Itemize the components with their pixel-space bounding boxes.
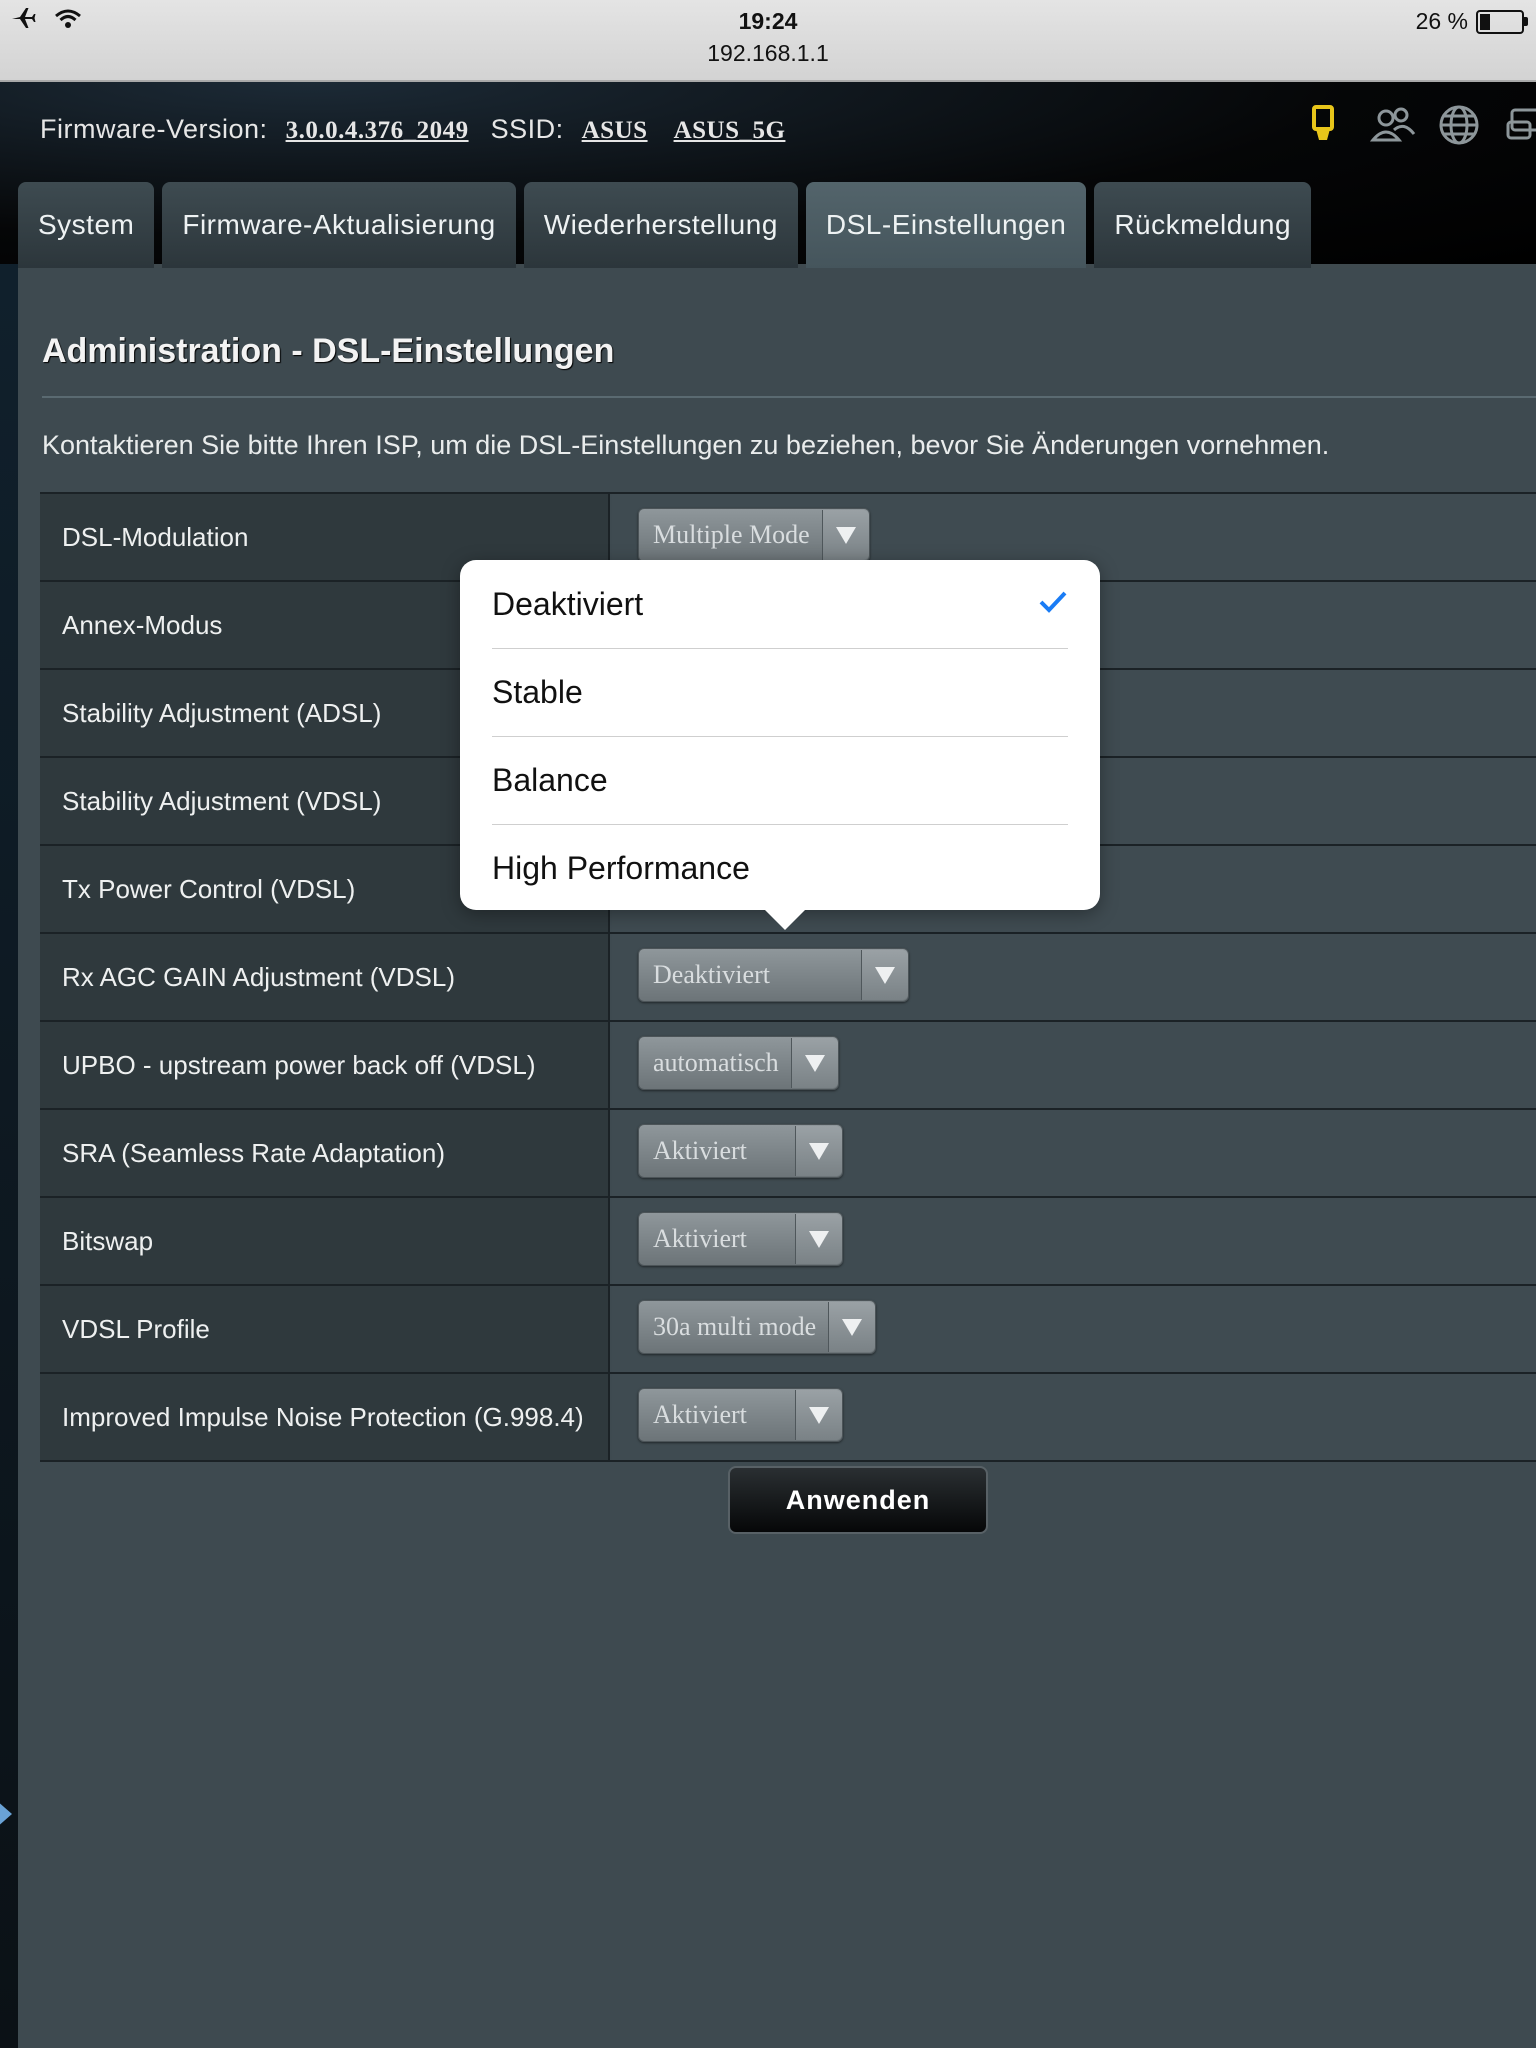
sra-select[interactable]: Aktiviert bbox=[638, 1124, 843, 1178]
dropdown-arrow-icon bbox=[804, 1054, 825, 1072]
tab-feedback[interactable]: Rückmeldung bbox=[1094, 182, 1312, 268]
tab-dsl-settings[interactable]: DSL-Einstellungen bbox=[805, 182, 1087, 268]
dropdown-arrow-icon bbox=[809, 1230, 829, 1248]
ios-status-bar: 19:24 192.168.1.1 26 % bbox=[0, 0, 1536, 82]
page-title: Administration - DSL-Einstellungen bbox=[42, 332, 615, 370]
bitswap-select[interactable]: Aktiviert bbox=[638, 1212, 843, 1266]
dropdown-arrow-icon bbox=[875, 966, 895, 984]
globe-icon[interactable] bbox=[1438, 104, 1480, 146]
admin-tabs: System Firmware-Aktualisierung Wiederher… bbox=[18, 182, 1312, 268]
option-label: Deaktiviert bbox=[492, 586, 644, 622]
rx-agc-gain-select[interactable]: Deaktiviert bbox=[638, 948, 909, 1002]
dropdown-arrow-icon bbox=[809, 1406, 829, 1424]
setting-row-inp: Improved Impulse Noise Protection (G.998… bbox=[40, 1374, 1536, 1462]
upbo-select[interactable]: automatisch bbox=[638, 1036, 839, 1090]
tab-system[interactable]: System bbox=[18, 182, 155, 268]
checkmark-icon bbox=[1039, 591, 1067, 613]
select-value: Multiple Mode bbox=[653, 520, 810, 549]
vdsl-profile-select[interactable]: 30a multi mode bbox=[638, 1300, 877, 1354]
setting-label: SRA (Seamless Rate Adaptation) bbox=[40, 1110, 610, 1196]
setting-row-rx-agc: Rx AGC GAIN Adjustment (VDSL) Deaktivier… bbox=[40, 934, 1536, 1022]
setting-label: VDSL Profile bbox=[40, 1286, 610, 1372]
users-icon[interactable] bbox=[1369, 104, 1416, 146]
popover-option-balance[interactable]: Balance bbox=[492, 736, 1068, 825]
popover-option-stable[interactable]: Stable bbox=[492, 648, 1068, 737]
ssid-label: SSID: bbox=[490, 114, 564, 144]
option-label: High Performance bbox=[492, 850, 750, 886]
popover-arrow bbox=[763, 908, 807, 930]
setting-row-bitswap: Bitswap Aktiviert bbox=[40, 1198, 1536, 1286]
dropdown-arrow-icon bbox=[842, 1318, 863, 1336]
sidebar-expand-arrow-icon[interactable] bbox=[0, 1800, 12, 1828]
setting-row-vdsl-profile: VDSL Profile 30a multi mode bbox=[40, 1286, 1536, 1374]
header-icons bbox=[1302, 104, 1536, 146]
setting-label: UPBO - upstream power back off (VDSL) bbox=[40, 1022, 610, 1108]
setting-row-upbo: UPBO - upstream power back off (VDSL) au… bbox=[40, 1022, 1536, 1110]
popover-option-deaktiviert[interactable]: Deaktiviert bbox=[492, 560, 1068, 649]
apply-button[interactable]: Anwenden bbox=[728, 1466, 988, 1534]
select-value: automatisch bbox=[653, 1048, 779, 1077]
ssid-link-1[interactable]: ASUS bbox=[582, 117, 648, 144]
setting-row-sra: SRA (Seamless Rate Adaptation) Aktiviert bbox=[40, 1110, 1536, 1198]
divider bbox=[42, 396, 1536, 398]
tab-restore[interactable]: Wiederherstellung bbox=[523, 182, 798, 268]
dropdown-arrow-icon bbox=[835, 526, 856, 544]
firmware-info: Firmware-Version: 3.0.0.4.376_2049 SSID:… bbox=[40, 114, 799, 145]
setting-label: Improved Impulse Noise Protection (G.998… bbox=[40, 1374, 610, 1460]
setting-label: Bitswap bbox=[40, 1198, 610, 1284]
inp-select[interactable]: Aktiviert bbox=[638, 1388, 843, 1442]
tab-firmware-update[interactable]: Firmware-Aktualisierung bbox=[162, 182, 516, 268]
firmware-version-link[interactable]: 3.0.0.4.376_2049 bbox=[286, 117, 469, 144]
battery-indicator: 26 % bbox=[1415, 8, 1528, 35]
option-label: Stable bbox=[492, 674, 583, 710]
dsl-modulation-select[interactable]: Multiple Mode bbox=[638, 508, 870, 562]
select-value: 30a multi mode bbox=[653, 1312, 817, 1341]
popover-option-high-performance[interactable]: High Performance bbox=[492, 824, 1068, 912]
main-content: Administration - DSL-Einstellungen Konta… bbox=[18, 268, 1536, 2048]
select-value: Aktiviert bbox=[653, 1136, 747, 1165]
clock: 19:24 bbox=[738, 8, 798, 34]
url-bar[interactable]: 192.168.1.1 bbox=[0, 40, 1536, 67]
battery-icon bbox=[1476, 9, 1528, 34]
firmware-label: Firmware-Version: bbox=[40, 114, 268, 144]
option-label: Balance bbox=[492, 762, 608, 798]
battery-percent: 26 % bbox=[1415, 8, 1468, 34]
select-value: Aktiviert bbox=[653, 1400, 747, 1429]
isp-notice: Kontaktieren Sie bitte Ihren ISP, um die… bbox=[42, 430, 1330, 460]
sidebar-edge bbox=[0, 264, 18, 2048]
network-icon[interactable] bbox=[1506, 104, 1536, 146]
ssid-link-2[interactable]: ASUS_5G bbox=[674, 117, 786, 144]
select-value: Aktiviert bbox=[653, 1224, 747, 1253]
select-value: Deaktiviert bbox=[653, 960, 770, 989]
setting-label: Rx AGC GAIN Adjustment (VDSL) bbox=[40, 934, 610, 1020]
select-popover: Deaktiviert Stable Balance High Performa… bbox=[460, 560, 1100, 910]
dropdown-arrow-icon bbox=[809, 1142, 829, 1160]
usb-stick-icon[interactable] bbox=[1302, 104, 1344, 146]
